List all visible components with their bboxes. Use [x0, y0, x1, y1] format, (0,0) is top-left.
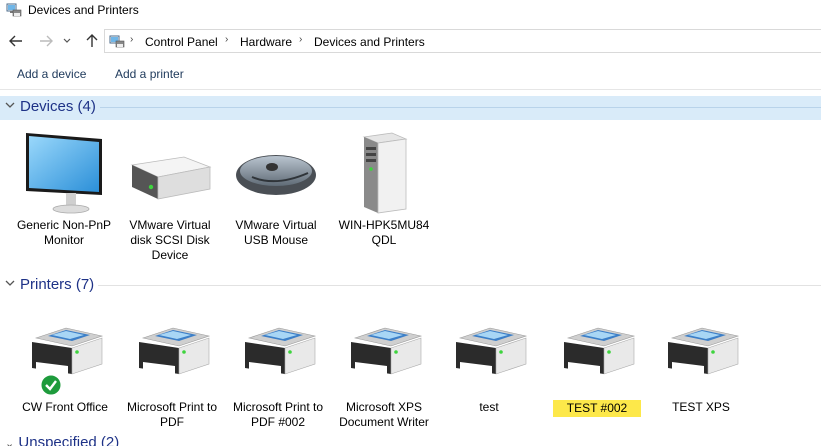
- collapse-chevron-icon[interactable]: [5, 100, 15, 112]
- breadcrumb-hardware[interactable]: Hardware: [240, 35, 292, 49]
- device-name: Generic Non-PnP Monitor: [16, 218, 112, 247]
- unspecified-group-header[interactable]: ⌄ Unspecified (2): [5, 434, 119, 446]
- breadcrumb-control-panel[interactable]: Control Panel: [145, 35, 218, 49]
- computer-tower-icon: [331, 128, 437, 218]
- device-name: VMware Virtual disk SCSI Disk Device: [129, 218, 211, 262]
- device-item[interactable]: Generic Non-PnP Monitor: [11, 128, 117, 248]
- expand-chevron-icon[interactable]: ⌄: [5, 438, 14, 446]
- default-printer-check-icon: [40, 374, 62, 396]
- printer-icon: [331, 312, 437, 400]
- breadcrumb-separator-icon[interactable]: ›: [299, 34, 302, 45]
- disk-drive-icon: [117, 128, 223, 218]
- device-name: VMware Virtual USB Mouse: [235, 218, 317, 247]
- printers-group-header[interactable]: Printers (7): [0, 274, 821, 298]
- devices-group-title: Devices (4): [20, 98, 96, 115]
- device-name: WIN-HPK5MU84 QDL: [338, 218, 430, 247]
- printer-name: Microsoft Print to PDF #002: [232, 400, 324, 429]
- group-divider: [100, 107, 821, 108]
- devices-group-header[interactable]: Devices (4): [0, 96, 821, 120]
- printer-icon: [119, 312, 225, 400]
- address-box[interactable]: › Control Panel › Hardware › Devices and…: [104, 29, 821, 53]
- add-device-button[interactable]: Add a device: [17, 67, 86, 81]
- printer-icon: [225, 312, 331, 400]
- printer-name: test: [479, 400, 499, 414]
- printers-group-title: Printers (7): [20, 276, 95, 293]
- add-printer-button[interactable]: Add a printer: [115, 67, 184, 81]
- mouse-icon: [223, 128, 329, 218]
- group-divider: [98, 285, 821, 286]
- recent-locations-chevron-icon[interactable]: [60, 30, 74, 52]
- location-icon: [109, 35, 125, 48]
- device-item[interactable]: VMware Virtual disk SCSI Disk Device: [117, 128, 223, 263]
- breadcrumb-devices-and-printers[interactable]: Devices and Printers: [314, 35, 425, 49]
- device-item[interactable]: VMware Virtual USB Mouse: [223, 128, 329, 248]
- command-bar: Add a device Add a printer: [0, 60, 821, 90]
- printer-name: Microsoft Print to PDF: [126, 400, 218, 429]
- printer-name: TEST #002: [552, 400, 642, 417]
- printer-icon: [12, 312, 118, 400]
- unspecified-group-title: Unspecified (2): [18, 434, 120, 446]
- printer-name: Microsoft XPS Document Writer: [339, 400, 429, 429]
- up-arrow-icon[interactable]: [82, 30, 102, 52]
- printer-item[interactable]: CW Front Office: [12, 312, 118, 415]
- printer-item[interactable]: Microsoft Print to PDF #002: [225, 312, 331, 430]
- collapse-chevron-icon[interactable]: [5, 278, 15, 290]
- printer-item[interactable]: Microsoft Print to PDF: [119, 312, 225, 430]
- breadcrumb-separator-icon[interactable]: ›: [130, 34, 133, 45]
- address-bar: › Control Panel › Hardware › Devices and…: [0, 28, 821, 54]
- printer-icon: [648, 312, 754, 400]
- title-bar: Devices and Printers: [0, 0, 821, 22]
- devices-and-printers-icon: [6, 3, 22, 17]
- printer-item[interactable]: test: [436, 312, 542, 415]
- window-title: Devices and Printers: [28, 3, 139, 17]
- forward-arrow-icon[interactable]: [36, 30, 56, 52]
- printer-item-selected[interactable]: TEST #002: [544, 312, 650, 417]
- monitor-icon: [11, 128, 117, 218]
- printer-item[interactable]: TEST XPS: [648, 312, 754, 415]
- printer-icon: [436, 312, 542, 400]
- printer-name: TEST XPS: [672, 400, 730, 414]
- printer-item[interactable]: Microsoft XPS Document Writer: [331, 312, 437, 430]
- device-item[interactable]: WIN-HPK5MU84 QDL: [331, 128, 437, 248]
- printer-icon: [544, 312, 650, 400]
- back-arrow-icon[interactable]: [6, 30, 26, 52]
- printer-name: CW Front Office: [22, 400, 108, 414]
- breadcrumb-separator-icon[interactable]: ›: [225, 34, 228, 45]
